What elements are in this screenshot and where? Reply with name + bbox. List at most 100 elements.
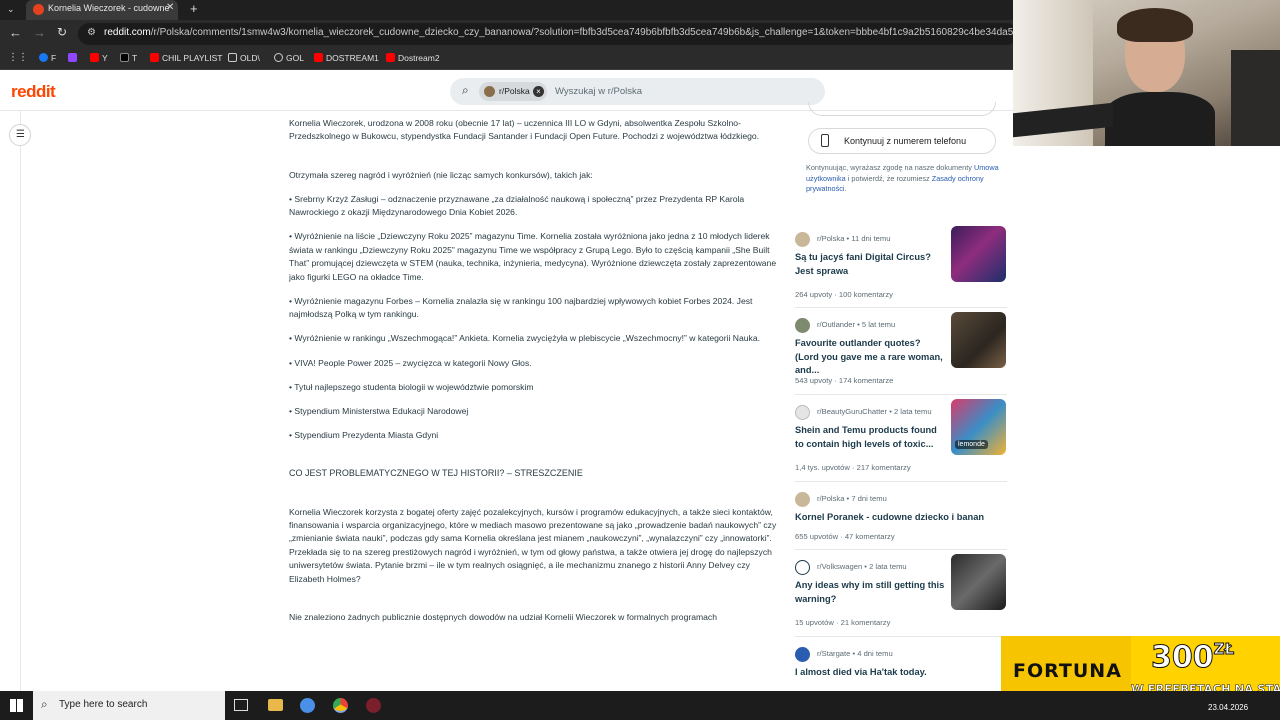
subreddit-avatar-icon [484, 86, 495, 97]
post-stats: 655 upvotów · 47 komentarzy [795, 532, 895, 541]
post-heading: CO JEST PROBLEMATYCZNEGO W TEJ HISTORII?… [289, 468, 583, 479]
task-view-icon[interactable] [234, 699, 248, 711]
post-title[interactable]: Shein and Temu products found to contain… [795, 424, 945, 451]
post-title[interactable]: Kornel Poranek - cudowne dziecko i banan [795, 511, 995, 525]
browser-tab-active[interactable]: Kornelia Wieczorek - cudowne ✕ [26, 0, 178, 20]
bookmark-x[interactable]: T [120, 53, 137, 63]
facebook-icon [39, 53, 48, 62]
windows-start-icon[interactable] [10, 699, 23, 712]
bookmark-gol[interactable]: GOL [274, 53, 304, 63]
post-title[interactable]: I almost died via Ha'tak today. [795, 666, 995, 680]
bookmark-facebook[interactable]: F [39, 53, 56, 63]
bookmark-dostream2[interactable]: Dostream2 [386, 53, 440, 63]
search-bar[interactable]: ⌕ r/Polska × Wyszukaj w r/Polska [450, 78, 825, 105]
divider [795, 394, 1007, 395]
subreddit-avatar-icon [795, 647, 810, 662]
post-list-item: • Wyróżnienie w rankingu „Wszechmogąca!”… [289, 333, 760, 344]
clear-chip-icon[interactable]: × [533, 86, 544, 97]
new-tab-icon[interactable]: + [190, 1, 198, 16]
tab-title: Kornelia Wieczorek - cudowne [48, 3, 170, 13]
reload-icon[interactable]: ↻ [57, 25, 67, 39]
post-list-item: • Srebrny Krzyż Zasługi – odznaczenie pr… [289, 193, 745, 218]
bookmark-folder-old[interactable]: OLD\ [228, 53, 260, 63]
folder-icon [228, 53, 237, 62]
hamburger-menu-icon[interactable]: ☰ [9, 124, 31, 146]
windows-taskbar: ⌕ Type here to search 23.04.2026 [0, 691, 1280, 720]
post-meta: r/BeautyGuruChatter • 2 lata temu [817, 407, 932, 416]
post-list-item: • Wyróżnienie magazynu Forbes – Kornelia… [289, 295, 753, 320]
twitch-icon [68, 53, 77, 62]
file-explorer-icon[interactable] [268, 699, 283, 711]
post-meta: r/Volkswagen • 2 lata temu [817, 562, 907, 571]
divider [795, 307, 1007, 308]
taskbar-date: 23.04.2026 [1208, 703, 1249, 712]
previous-login-button[interactable] [808, 102, 996, 116]
subreddit-search-chip[interactable]: r/Polska × [479, 82, 547, 101]
back-icon[interactable]: ← [9, 25, 22, 40]
chair [1231, 50, 1280, 146]
post-stats: 1,4 tys. upvotów · 217 komentarzy [795, 463, 911, 472]
search-input[interactable]: Wyszukaj w r/Polska [555, 86, 642, 97]
search-icon: ⌕ [462, 83, 469, 97]
forward-icon[interactable]: → [33, 25, 46, 40]
app-icon[interactable] [300, 698, 315, 713]
site-info-icon[interactable]: ⚙ [87, 27, 96, 38]
post-paragraph: Kornelia Wieczorek, urodzona w 2008 roku… [289, 118, 760, 142]
post-stats: 264 upvoty · 100 komentarzy [795, 290, 893, 299]
post-list-item: • Stypendium Prezydenta Miasta Gdyni [289, 430, 439, 441]
youtube-icon [150, 53, 159, 62]
post-thumbnail[interactable]: lemonde [951, 399, 1006, 455]
phone-login-button[interactable]: Kontynuuj z numerem telefonu [808, 128, 996, 154]
subreddit-avatar-icon [795, 318, 810, 333]
reddit-logo[interactable]: reddit [11, 82, 56, 102]
post-thumbnail[interactable] [951, 312, 1006, 368]
subreddit-avatar-icon [795, 492, 810, 507]
apps-grid-icon[interactable]: ⋮⋮ [8, 52, 28, 63]
post-paragraph: Kornelia Wieczorek korzysta z bogatej of… [289, 506, 777, 584]
consent-text: Kontynuując, wyrażasz zgodę na nasze dok… [806, 163, 999, 194]
address-bar[interactable]: ⚙ reddit.com/r/Polska/comments/1smw4w3/k… [78, 23, 1079, 45]
reddit-favicon-icon [33, 4, 44, 15]
bookmark-twitch[interactable] [68, 53, 80, 63]
divider [795, 549, 1007, 550]
post-body: Kornelia Wieczorek, urodzona w 2008 roku… [289, 117, 779, 635]
bookmark-dostream1[interactable]: DOSTREAM1 [314, 53, 379, 63]
post-meta: r/Polska • 11 dni temu [817, 234, 891, 243]
globe-icon [274, 53, 283, 62]
post-thumbnail[interactable] [951, 226, 1006, 282]
taskbar-search[interactable]: ⌕ Type here to search [33, 691, 225, 720]
post-title[interactable]: Są tu jacyś fani Digital Circus? Jest sp… [795, 251, 945, 278]
youtube-icon [90, 53, 99, 62]
bookmark-chil-playlist[interactable]: CHIL PLAYLIST [150, 53, 222, 63]
subreddit-avatar-icon [795, 232, 810, 247]
streamer-hair [1117, 8, 1193, 42]
divider [795, 636, 1007, 637]
left-rail-divider [20, 111, 21, 691]
post-title[interactable]: Favourite outlander quotes? (Lord you ga… [795, 337, 945, 378]
tab-list-button[interactable]: ⌄ [7, 4, 19, 16]
post-title[interactable]: Any ideas why im still getting this warn… [795, 579, 945, 606]
post-stats: 15 upvotów · 21 komentarzy [795, 618, 891, 627]
bookmark-youtube[interactable]: Y [90, 53, 108, 63]
post-paragraph: Nie znaleziono żadnych publicznie dostęp… [289, 611, 718, 622]
taskbar-search-input[interactable]: Type here to search [59, 699, 147, 710]
app-icon[interactable] [366, 698, 381, 713]
post-thumbnail[interactable] [951, 554, 1006, 610]
chrome-icon[interactable] [333, 698, 348, 713]
webcam-overlay [1013, 0, 1280, 146]
ad-amount: 300ZŁ [1151, 640, 1235, 676]
post-list-item: • Stypendium Ministerstwa Edukacji Narod… [289, 406, 469, 417]
post-list-item: • VIVA! People Power 2025 – zwycięzca w … [289, 357, 532, 368]
phone-login-label: Kontynuuj z numerem telefonu [844, 136, 967, 146]
post-meta: r/Outlander • 5 lat temu [817, 320, 896, 329]
youtube-icon [386, 53, 395, 62]
streamer-shirt [1105, 92, 1215, 146]
ad-brand: FORTUNA [1013, 660, 1122, 682]
post-list-item: • Wyróżnienie na liście „Dziewczyny Roku… [289, 231, 777, 282]
volkswagen-logo-icon [795, 560, 810, 575]
subreddit-avatar-icon [795, 405, 810, 420]
close-tab-icon[interactable]: ✕ [166, 2, 174, 13]
youtube-icon [314, 53, 323, 62]
search-icon: ⌕ [41, 697, 48, 711]
post-paragraph: Otrzymała szereg nagród i wyróżnień (nie… [289, 169, 593, 180]
